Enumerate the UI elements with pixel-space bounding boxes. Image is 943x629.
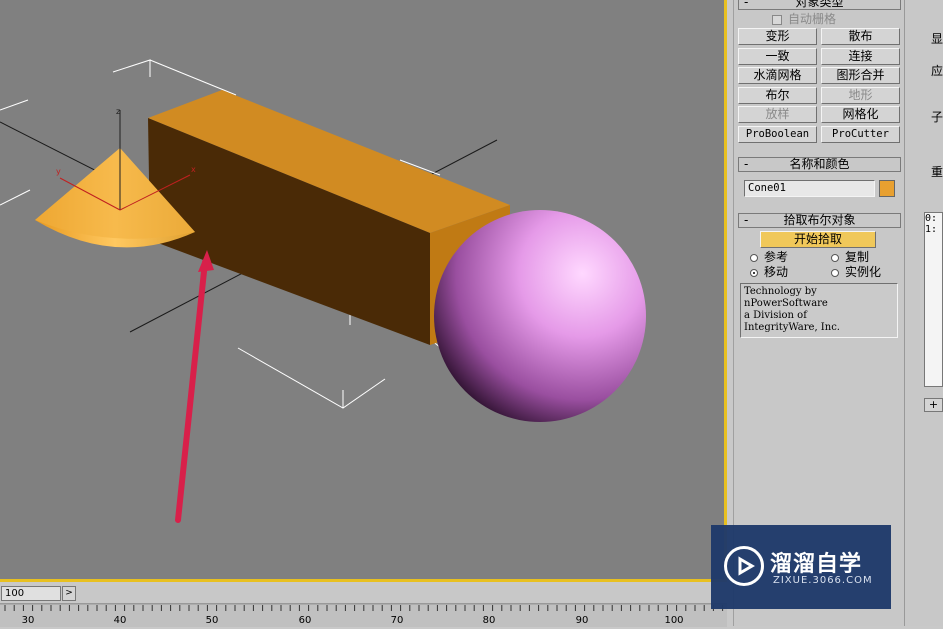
procutter-button[interactable]: ProCutter — [821, 126, 900, 143]
watermark-title: 溜溜自学 — [770, 552, 863, 577]
tick-label: 40 — [113, 615, 127, 626]
sphere-object — [434, 210, 646, 422]
scatter-button[interactable]: 散布 — [821, 28, 900, 45]
object-name-field[interactable]: Cone01 — [744, 180, 875, 197]
perspective-viewport[interactable]: z y x — [0, 0, 727, 582]
tick-label: 80 — [482, 615, 496, 626]
axis-label-x: x — [191, 165, 196, 174]
rollout-title: 拾取布尔对象 — [783, 213, 856, 227]
axis-label-y: y — [56, 167, 61, 176]
radio-instance[interactable]: 实例化 — [831, 265, 881, 279]
checkbox-icon — [772, 14, 782, 25]
tick-label: 30 — [21, 615, 35, 626]
operands-list[interactable]: 0: 1: — [924, 212, 943, 387]
scene-canvas[interactable]: z y x — [0, 0, 724, 579]
credit-text: Technology by nPowerSoftware a Division … — [740, 283, 898, 338]
plus-button[interactable]: + — [924, 398, 943, 412]
connect-button[interactable]: 连接 — [821, 48, 900, 65]
mesher-button[interactable]: 网格化 — [821, 106, 900, 123]
radio-icon — [831, 268, 839, 277]
proboolean-button[interactable]: ProBoolean — [738, 126, 817, 143]
blobmesh-button[interactable]: 水滴网格 — [738, 67, 817, 84]
list-item[interactable]: 0: — [925, 213, 942, 224]
object-color-swatch[interactable] — [879, 180, 895, 197]
rollout-title: 对象类型 — [795, 0, 844, 9]
list-item[interactable]: 1: — [925, 224, 942, 235]
label-display: 显 — [931, 32, 943, 46]
morph-button[interactable]: 变形 — [738, 28, 817, 45]
terrain-button[interactable]: 地形 — [821, 87, 900, 104]
frame-counter[interactable]: 100 — [1, 586, 61, 601]
radio-copy[interactable]: 复制 — [831, 250, 869, 264]
axis-label-z: z — [116, 107, 120, 116]
time-slider[interactable] — [0, 585, 727, 603]
label-sub: 子 — [931, 110, 943, 124]
next-frame-button[interactable]: > — [62, 586, 76, 601]
tick-label: 90 — [575, 615, 589, 626]
label-reset: 重 — [931, 165, 943, 179]
tick-label: 70 — [390, 615, 404, 626]
radio-move[interactable]: 移动 — [750, 265, 788, 279]
conform-button[interactable]: 一致 — [738, 48, 817, 65]
tick-label: 100 — [664, 615, 684, 626]
radio-icon — [831, 253, 839, 262]
tick-label: 60 — [298, 615, 312, 626]
radio-reference[interactable]: 参考 — [750, 250, 788, 264]
autogrid-checkbox[interactable]: 自动栅格 — [772, 12, 836, 26]
radio-selected-icon — [750, 268, 758, 277]
rollout-title: 名称和颜色 — [789, 157, 850, 171]
watermark-url: ZIXUE.3066.COM — [773, 575, 873, 586]
loft-button[interactable]: 放样 — [738, 106, 817, 123]
tick-label: 50 — [205, 615, 219, 626]
rollout-pick-boolean-header[interactable]: - 拾取布尔对象 — [738, 213, 901, 228]
rollout-name-color-header[interactable]: - 名称和颜色 — [738, 157, 901, 172]
start-pick-button[interactable]: 开始拾取 — [760, 231, 876, 248]
track-bar[interactable] — [0, 603, 727, 627]
radio-icon — [750, 253, 758, 262]
track-ticks — [0, 603, 727, 611]
boolean-button[interactable]: 布尔 — [738, 87, 817, 104]
label-apply: 应 — [931, 64, 943, 78]
play-logo-icon — [724, 546, 764, 586]
rollout-object-type-header[interactable]: - 对象类型 — [738, 0, 901, 10]
shapemerge-button[interactable]: 图形合并 — [821, 67, 900, 84]
